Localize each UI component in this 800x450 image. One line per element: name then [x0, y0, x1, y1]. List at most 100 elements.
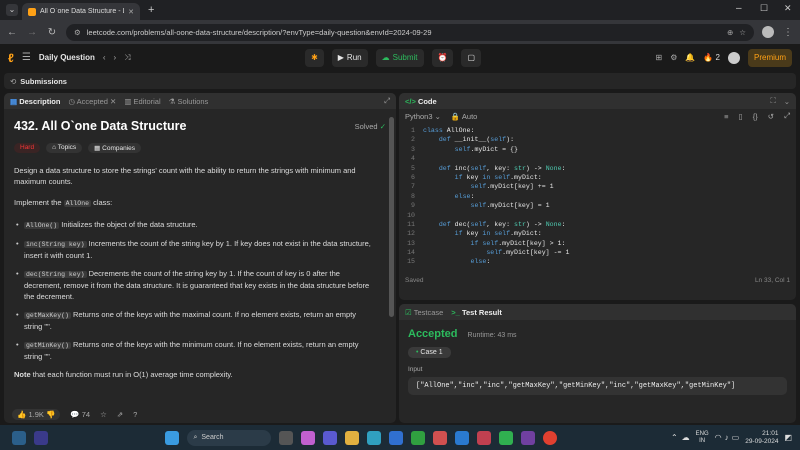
daily-question-link[interactable]: Daily Question	[39, 53, 95, 62]
notification-icon[interactable]: ◩	[784, 433, 792, 442]
search-label: Search	[201, 434, 224, 441]
tab-test-result[interactable]: >_ Test Result	[451, 308, 502, 317]
chrome-menu-icon[interactable]: ⋮	[782, 27, 794, 38]
bookmark-star-icon[interactable]: ☆	[739, 28, 746, 37]
lang-code: ENG	[695, 430, 709, 437]
wifi-icon[interactable]: ◠	[715, 433, 722, 442]
language-value: Python3	[405, 111, 433, 121]
widgets-icon[interactable]	[12, 430, 26, 445]
profile-avatar[interactable]	[762, 26, 774, 38]
edge-icon[interactable]	[367, 430, 382, 445]
windows-taskbar: ⌕ Search ⌃ ☁ ENG IN ◠ ♪ ▭ 21:01 29-09-202…	[0, 425, 800, 450]
user-avatar[interactable]	[728, 51, 740, 64]
maximize-icon[interactable]: ☐	[760, 3, 768, 14]
notes-button[interactable]: ▢	[461, 48, 482, 67]
teams-icon[interactable]	[323, 430, 338, 445]
forward-icon[interactable]: →	[26, 27, 38, 38]
case-1-chip[interactable]: • Case 1	[408, 347, 451, 358]
task-view-icon[interactable]	[279, 430, 294, 445]
companies-label: Companies	[102, 145, 136, 152]
expand-icon[interactable]: ⤢	[384, 96, 390, 106]
tray-chevron-icon[interactable]: ⌃	[671, 433, 678, 442]
language-indicator[interactable]: ENG IN	[696, 431, 709, 445]
auto-toggle[interactable]: 🔒 Auto	[451, 112, 477, 121]
submit-button[interactable]: ☁ Submit	[375, 48, 424, 67]
new-tab-icon[interactable]: +	[148, 4, 154, 16]
install-icon[interactable]: ⊕	[727, 28, 733, 37]
code-text: if self.myDict[key] > 1:	[470, 239, 566, 247]
whatsapp-icon[interactable]	[499, 430, 514, 445]
saved-status: Saved	[405, 277, 424, 284]
battery-icon[interactable]: ▭	[732, 433, 740, 442]
store-icon[interactable]	[389, 430, 404, 445]
collapse-icon[interactable]: ⌄	[784, 97, 790, 106]
line-number: 12	[407, 230, 415, 238]
minimize-icon[interactable]: –	[736, 3, 742, 14]
bell-icon[interactable]: 🔔	[685, 53, 695, 62]
format-icon[interactable]: ≡	[724, 112, 728, 121]
fullscreen-icon[interactable]: ⤢	[784, 111, 790, 121]
tab-editorial[interactable]: ▥ Editorial	[124, 97, 160, 106]
shuffle-icon[interactable]: ⤨	[124, 53, 130, 63]
xbox-icon[interactable]	[411, 430, 426, 445]
photos-icon[interactable]	[477, 430, 492, 445]
browser-tab[interactable]: All O`one Data Structure - Leet ✕	[22, 3, 140, 20]
tab-solutions[interactable]: ⚗ Solutions	[169, 97, 209, 106]
like-button[interactable]: 👍 1.9K 👎	[12, 408, 61, 420]
implement-line: Implement the AllOne class:	[14, 197, 386, 209]
close-tab-icon[interactable]: ✕	[128, 8, 134, 16]
streak-counter[interactable]: 🔥 2	[703, 53, 720, 62]
close-window-icon[interactable]: ✕	[784, 3, 792, 14]
reload-icon[interactable]: ↻	[46, 27, 58, 38]
problem-list-icon[interactable]: ☰	[22, 52, 31, 63]
tab-search-icon[interactable]: ⌄	[6, 4, 18, 16]
run-button[interactable]: ▶ Run	[331, 48, 368, 67]
taskbar-search[interactable]: ⌕ Search	[187, 429, 272, 446]
url-field[interactable]: ⚙ leetcode.com/problems/all-oone-data-st…	[66, 23, 754, 41]
site-info-icon[interactable]: ⚙	[74, 28, 81, 37]
file-explorer-icon[interactable]	[345, 430, 360, 445]
timer-button[interactable]: ⏰	[431, 48, 454, 67]
leetcode-logo-icon[interactable]: ℓ	[8, 51, 14, 65]
back-icon[interactable]: ←	[6, 27, 18, 38]
companies-button[interactable]: ▦ Companies	[88, 143, 142, 153]
copilot-app-icon[interactable]	[34, 430, 48, 445]
premium-button[interactable]: Premium	[748, 48, 793, 67]
paint-icon[interactable]	[433, 430, 448, 445]
tab-test-result-label: Test Result	[461, 307, 502, 317]
language-select[interactable]: Python3 ⌄	[405, 112, 441, 121]
chrome-icon[interactable]	[543, 430, 558, 445]
topics-button[interactable]: ⌂ Topics	[46, 143, 83, 153]
next-problem-icon[interactable]: ›	[114, 53, 117, 62]
scrollbar[interactable]	[389, 117, 394, 317]
code-text: self.myDict[key] += 1	[470, 183, 554, 191]
tab-accepted[interactable]: ◷ Accepted ✕	[68, 97, 116, 106]
prev-problem-icon[interactable]: ‹	[103, 53, 106, 62]
comment-count: 74	[81, 409, 91, 419]
vscode-icon[interactable]	[455, 430, 470, 445]
share-icon[interactable]: ⇗	[117, 410, 123, 419]
star-icon[interactable]: ☆	[100, 410, 107, 419]
cloud-icon[interactable]: ☁	[682, 433, 690, 442]
reset-icon[interactable]: ↺	[768, 112, 774, 121]
affinity-icon[interactable]	[521, 430, 536, 445]
submissions-bar[interactable]: ⟲ Submissions	[4, 73, 796, 89]
tab-testcase[interactable]: ☑ Testcase	[405, 308, 443, 317]
debug-button[interactable]: ✱	[305, 48, 324, 67]
copilot-icon[interactable]	[301, 430, 316, 445]
code-text: self.myDict = {}	[454, 145, 518, 153]
comments-button[interactable]: 💬 74	[70, 410, 90, 419]
help-icon[interactable]: ?	[133, 410, 137, 419]
volume-icon[interactable]: ♪	[725, 433, 729, 442]
windows-start-icon[interactable]	[165, 430, 180, 445]
settings-gear-icon[interactable]: ⚙	[670, 53, 677, 62]
note-bold: Note	[14, 370, 31, 379]
clock[interactable]: 21:01 29-09-2024	[745, 430, 778, 446]
code-tab[interactable]: </> Code	[405, 97, 437, 106]
bookmark-icon[interactable]: ▯	[739, 112, 743, 121]
maximize-panel-icon[interactable]: ⛶	[770, 96, 775, 106]
braces-icon[interactable]: {}	[753, 112, 758, 121]
code-editor[interactable]: 1 class AllOne: 2 def __init__(self): 3 sel…	[399, 123, 796, 273]
layout-icon[interactable]: ⊞	[656, 53, 663, 62]
tab-description[interactable]: ▤ Description	[10, 97, 60, 106]
